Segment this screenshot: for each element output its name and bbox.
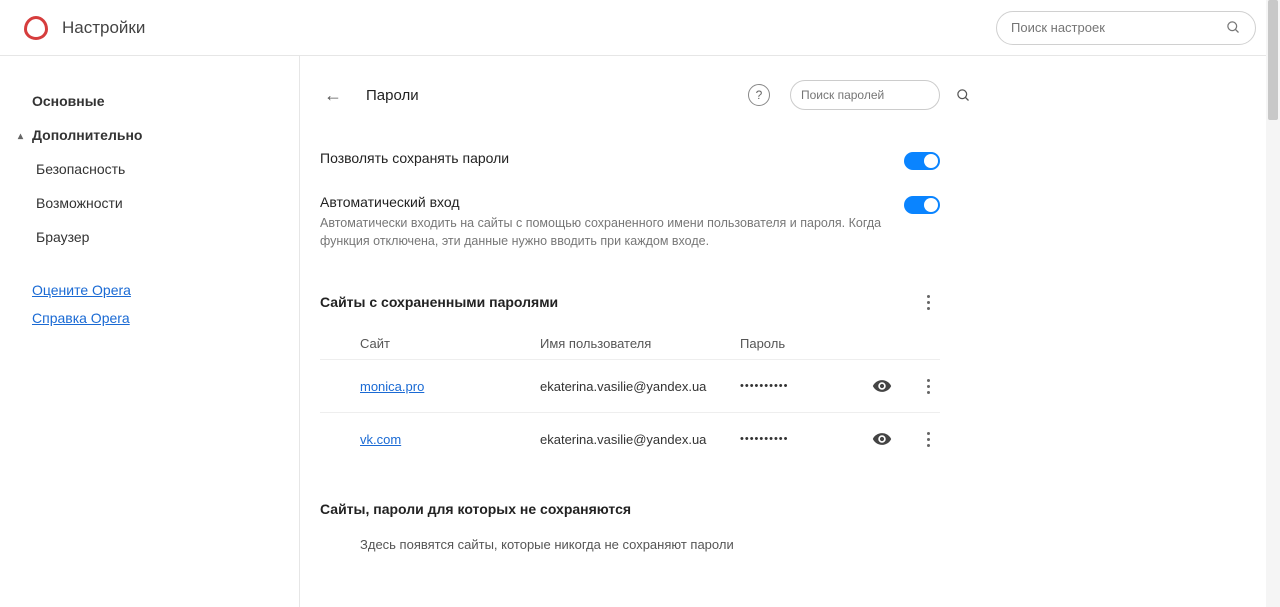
sidebar-item-label: Возможности: [36, 195, 123, 211]
page-header: ← Пароли ?: [320, 80, 940, 110]
section-title: Сайты с сохраненными паролями: [320, 294, 558, 310]
password-row: vk.com ekaterina.vasilie@yandex.ua •••••…: [320, 412, 940, 465]
help-icon[interactable]: ?: [748, 84, 770, 106]
username-value: ekaterina.vasilie@yandex.ua: [540, 379, 740, 394]
app-title: Настройки: [62, 18, 145, 38]
sidebar-item-features[interactable]: Возможности: [36, 186, 299, 220]
topbar-left: Настройки: [24, 16, 145, 40]
password-table-head: Сайт Имя пользователя Пароль: [320, 324, 940, 359]
password-row: monica.pro ekaterina.vasilie@yandex.ua •…: [320, 359, 940, 412]
global-search-input[interactable]: [1011, 20, 1226, 35]
toggle-auto-login[interactable]: [904, 196, 940, 214]
sidebar-item-label: Основные: [32, 93, 105, 109]
search-icon: [956, 88, 971, 103]
row-menu-icon[interactable]: [916, 374, 940, 398]
main: ← Пароли ? Позволять сохранять пароли Ав…: [300, 56, 1280, 607]
global-search[interactable]: [996, 11, 1256, 45]
setting-title: Автоматический вход: [320, 194, 884, 210]
sidebar-link-label: Справка Opera: [32, 310, 130, 326]
saved-section-menu-icon[interactable]: [916, 290, 940, 314]
back-arrow-icon[interactable]: ←: [320, 81, 346, 110]
site-link[interactable]: vk.com: [360, 432, 540, 447]
setting-title: Позволять сохранять пароли: [320, 150, 884, 166]
setting-desc: Автоматически входить на сайты с помощью…: [320, 214, 884, 250]
setting-allow-save: Позволять сохранять пароли: [320, 138, 940, 182]
col-pass: Пароль: [740, 336, 940, 351]
col-site: Сайт: [360, 336, 540, 351]
sidebar-item-label: Безопасность: [36, 161, 125, 177]
scrollbar-track[interactable]: [1266, 0, 1280, 607]
page-title: Пароли: [366, 87, 419, 104]
show-password-icon[interactable]: [872, 376, 892, 396]
row-menu-icon[interactable]: [916, 427, 940, 451]
password-value: ••••••••••: [740, 433, 872, 445]
never-section: Сайты, пароли для которых не сохраняются…: [320, 501, 940, 552]
sidebar-link-label: Оцените Opera: [32, 282, 131, 298]
password-value: ••••••••••: [740, 380, 872, 392]
search-icon: [1226, 20, 1241, 35]
never-empty-text: Здесь появятся сайты, которые никогда не…: [320, 517, 940, 552]
scrollbar-thumb[interactable]: [1268, 0, 1278, 120]
sidebar-item-label: Браузер: [36, 229, 89, 245]
saved-section-header: Сайты с сохраненными паролями: [320, 290, 940, 314]
sidebar-link-help[interactable]: Справка Opera: [32, 304, 299, 332]
setting-auto-login: Автоматический вход Автоматически входит…: [320, 182, 940, 262]
sidebar-link-rate[interactable]: Оцените Opera: [32, 276, 299, 304]
sidebar-item-advanced[interactable]: Дополнительно: [32, 118, 299, 152]
sidebar-item-basic[interactable]: Основные: [32, 84, 299, 118]
sidebar: Основные Дополнительно Безопасность Возм…: [0, 56, 300, 607]
show-password-icon[interactable]: [872, 429, 892, 449]
opera-logo-icon: [24, 16, 48, 40]
toggle-allow-save[interactable]: [904, 152, 940, 170]
sidebar-item-label: Дополнительно: [32, 127, 142, 143]
password-search-input[interactable]: [801, 88, 956, 102]
site-link[interactable]: monica.pro: [360, 379, 540, 394]
section-title: Сайты, пароли для которых не сохраняются: [320, 501, 940, 517]
sidebar-item-security[interactable]: Безопасность: [36, 152, 299, 186]
username-value: ekaterina.vasilie@yandex.ua: [540, 432, 740, 447]
col-user: Имя пользователя: [540, 336, 740, 351]
topbar: Настройки: [0, 0, 1280, 56]
sidebar-item-browser[interactable]: Браузер: [36, 220, 299, 254]
password-search[interactable]: [790, 80, 940, 110]
